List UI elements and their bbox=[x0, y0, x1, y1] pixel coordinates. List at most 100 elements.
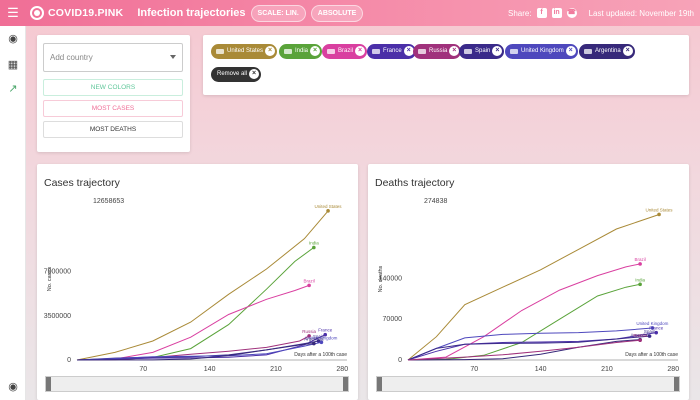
series-label: India bbox=[635, 277, 645, 282]
series-end-point bbox=[312, 341, 316, 346]
controls-panel: Add country NEW COLORS MOST CASES MOST D… bbox=[37, 35, 190, 152]
series-label: Argentina bbox=[304, 337, 324, 342]
country-chip[interactable]: France × bbox=[367, 44, 416, 59]
slider-right-handle[interactable] bbox=[674, 377, 679, 391]
facebook-icon[interactable]: f bbox=[536, 8, 547, 18]
country-chip[interactable]: India × bbox=[279, 44, 323, 59]
country-chip[interactable]: Spain × bbox=[459, 44, 505, 59]
deaths-range-slider[interactable] bbox=[376, 376, 680, 392]
slider-right-handle[interactable] bbox=[343, 377, 348, 391]
x-tick-label: 210 bbox=[601, 366, 613, 373]
series-end-point bbox=[638, 282, 642, 287]
most-deaths-button[interactable]: MOST DEATHS bbox=[43, 121, 183, 138]
close-icon[interactable]: × bbox=[449, 46, 460, 56]
slider-left-handle[interactable] bbox=[377, 377, 382, 391]
series-line-india bbox=[407, 283, 641, 361]
x-tick-label: 70 bbox=[470, 366, 478, 373]
close-icon[interactable]: × bbox=[355, 46, 366, 56]
series-end-point bbox=[638, 338, 642, 343]
cases-chart-title: Cases trajectory bbox=[44, 177, 120, 189]
chip-label: Remove all bbox=[217, 71, 248, 77]
series-label: India bbox=[309, 241, 319, 246]
cases-range-slider[interactable] bbox=[45, 376, 349, 392]
sidebar: ◉ ▦ ↗ ◉ bbox=[0, 26, 26, 400]
flag-icon bbox=[584, 49, 592, 54]
series-end-point bbox=[312, 245, 316, 250]
whatsapp-icon[interactable]: ☎ bbox=[566, 8, 577, 18]
series-label: Brazil bbox=[634, 257, 645, 262]
y-max-label: 274838 bbox=[424, 198, 447, 205]
remove-all-chip[interactable]: Remove all × bbox=[211, 67, 262, 82]
series-line-united-states bbox=[76, 210, 329, 361]
linkedin-icon[interactable]: in bbox=[551, 8, 562, 18]
close-icon[interactable]: × bbox=[249, 69, 260, 79]
chip-label: United Kingdom bbox=[521, 48, 564, 54]
series-line-spain bbox=[407, 335, 650, 361]
github-icon[interactable]: ◉ bbox=[6, 380, 20, 394]
deaths-chart-panel: 0 70000 140000 274838 70 140 210 280 No. deaths D… bbox=[368, 164, 689, 400]
series-label: Russia bbox=[633, 333, 647, 338]
series-label: United States bbox=[646, 207, 674, 212]
flag-icon bbox=[327, 49, 335, 54]
chip-label: Brazil bbox=[338, 48, 354, 54]
chip-label: Spain bbox=[475, 48, 491, 54]
dashboard-icon[interactable]: ▦ bbox=[6, 58, 20, 72]
close-icon[interactable]: × bbox=[622, 46, 633, 56]
trend-icon[interactable]: ↗ bbox=[6, 82, 20, 96]
x-tick-label: 140 bbox=[535, 366, 547, 373]
chip-label: India bbox=[295, 48, 309, 54]
menu-icon[interactable]: ☰ bbox=[0, 5, 26, 21]
y-tick-label: 0 bbox=[398, 357, 402, 364]
country-chip[interactable]: Russia × bbox=[413, 44, 462, 59]
flag-icon bbox=[510, 49, 518, 54]
chip-label: France bbox=[383, 48, 402, 54]
add-country-select[interactable]: Add country bbox=[43, 43, 183, 72]
x-axis-label: Days after a 100th case bbox=[294, 352, 347, 358]
series-label: United States bbox=[315, 204, 343, 209]
slider-left-handle[interactable] bbox=[46, 377, 51, 391]
cases-chart-panel: 0 3500000 7000000 12658653 70 140 210 280 No. ca… bbox=[37, 164, 358, 400]
close-icon[interactable]: × bbox=[265, 46, 276, 56]
close-icon[interactable]: × bbox=[565, 46, 576, 56]
series-line-india bbox=[76, 247, 315, 361]
country-chip[interactable]: Brazil × bbox=[322, 44, 368, 59]
add-country-placeholder: Add country bbox=[50, 53, 93, 62]
flag-icon bbox=[372, 49, 380, 54]
x-tick-label: 210 bbox=[270, 366, 282, 373]
globe-icon[interactable]: ◉ bbox=[6, 32, 20, 46]
chip-label: Russia bbox=[429, 48, 448, 54]
scale-button[interactable]: SCALE: LIN. bbox=[250, 4, 306, 22]
close-icon[interactable]: × bbox=[310, 46, 321, 56]
logo-icon bbox=[30, 6, 44, 20]
y-tick-label: 0 bbox=[67, 357, 71, 364]
flag-icon bbox=[284, 49, 292, 54]
flag-icon bbox=[216, 49, 224, 54]
deaths-chart: 07000014000027483870 140 210 280No. deathsD… bbox=[378, 198, 679, 373]
most-cases-button[interactable]: MOST CASES bbox=[43, 100, 183, 117]
y-tick-label: 70000 bbox=[383, 316, 403, 323]
series-label: Brazil bbox=[303, 278, 314, 283]
series-end-point bbox=[638, 262, 642, 266]
series-end-point bbox=[326, 209, 330, 213]
country-chips-panel: United States × India × Brazil × France × Russia… bbox=[203, 35, 689, 95]
x-tick-label: 140 bbox=[204, 366, 216, 373]
y-axis-label: No. cases bbox=[47, 267, 53, 292]
x-axis-label: Days after a 100th case bbox=[625, 352, 678, 358]
chevron-down-icon bbox=[170, 55, 176, 59]
country-chip[interactable]: Argentina × bbox=[579, 44, 635, 59]
series-end-point bbox=[657, 212, 661, 217]
y-axis-label: No. deaths bbox=[378, 265, 384, 292]
country-chip[interactable]: United Kingdom × bbox=[505, 44, 578, 59]
series-line-france bbox=[407, 332, 657, 361]
close-icon[interactable]: × bbox=[492, 46, 503, 56]
x-tick-label: 280 bbox=[667, 366, 679, 373]
x-tick-label: 280 bbox=[336, 366, 348, 373]
y-tick-label: 3500000 bbox=[44, 313, 71, 320]
new-colors-button[interactable]: NEW COLORS bbox=[43, 79, 183, 96]
series-label: France bbox=[318, 328, 333, 333]
country-chip[interactable]: United States × bbox=[211, 44, 278, 59]
x-tick-label: 70 bbox=[139, 366, 147, 373]
brand-name[interactable]: COVID19.PINK bbox=[48, 7, 123, 19]
mode-button[interactable]: ABSOLUTE bbox=[310, 4, 364, 22]
share-label: Share: bbox=[508, 8, 532, 18]
